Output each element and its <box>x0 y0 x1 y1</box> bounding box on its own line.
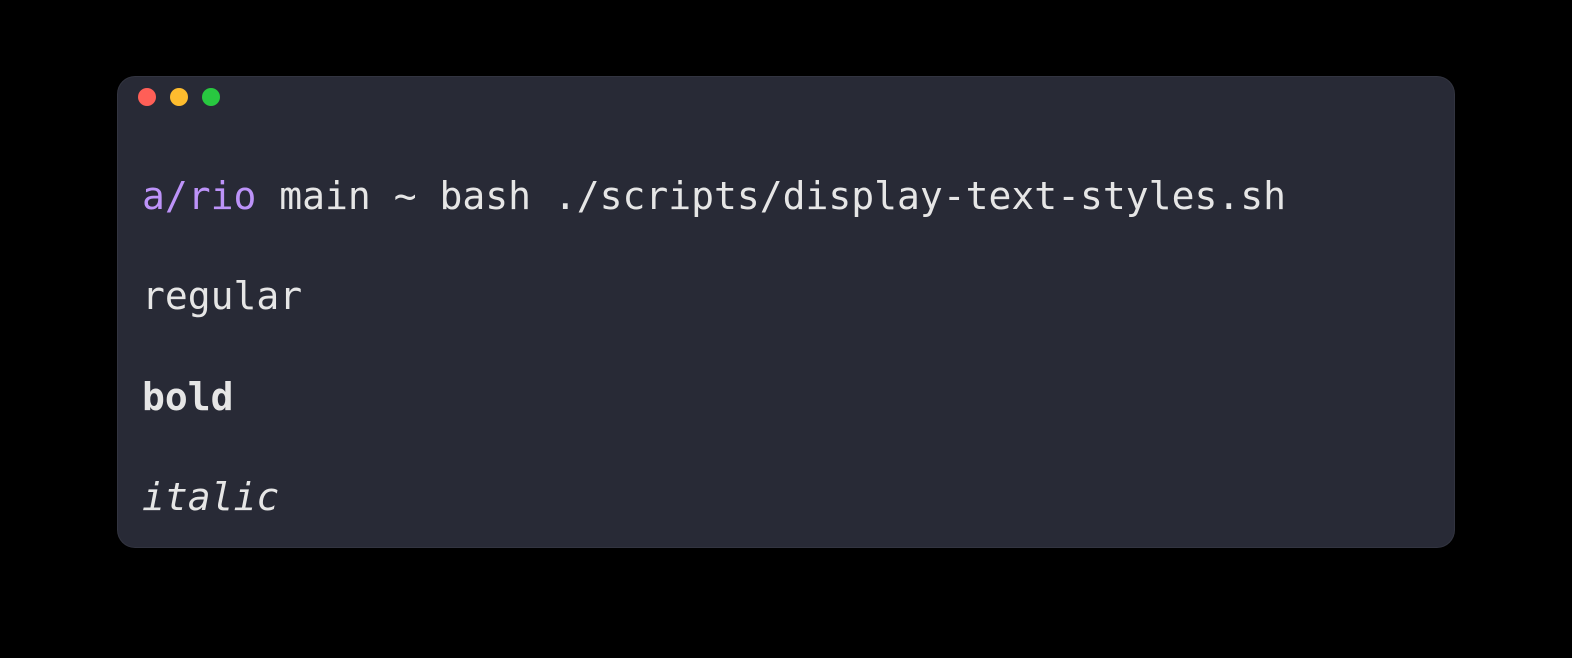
close-button[interactable] <box>138 88 156 106</box>
terminal-window: a/rio main ~ bash ./scripts/display-text… <box>117 76 1455 548</box>
terminal-body[interactable]: a/rio main ~ bash ./scripts/display-text… <box>118 117 1454 548</box>
prompt-tilde: ~ <box>394 174 417 218</box>
titlebar <box>118 77 1454 117</box>
minimize-button[interactable] <box>170 88 188 106</box>
output-regular: regular <box>142 271 1430 321</box>
output-bold: bold <box>142 372 1430 422</box>
prompt-path: a/rio <box>142 174 256 218</box>
prompt-branch: main <box>279 174 371 218</box>
maximize-button[interactable] <box>202 88 220 106</box>
prompt-line-1: a/rio main ~ bash ./scripts/display-text… <box>142 171 1430 221</box>
command-text: bash ./scripts/display-text-styles.sh <box>439 174 1285 218</box>
output-italic: italic <box>142 472 1430 522</box>
